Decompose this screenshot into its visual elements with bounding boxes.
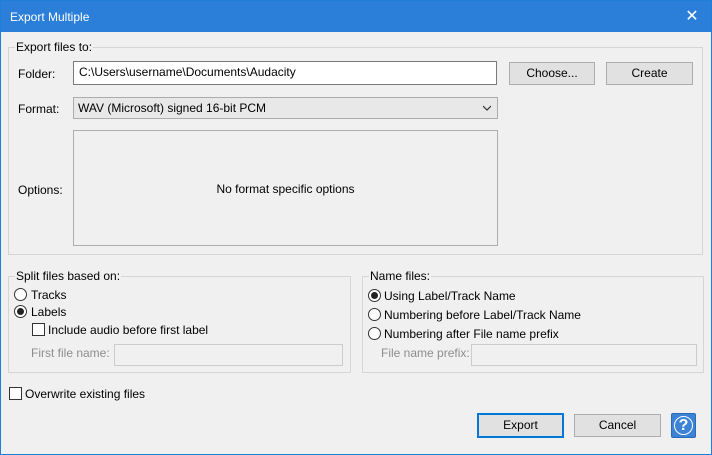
numbering-after-radio[interactable] [368, 327, 381, 340]
no-options-message: No format specific options [216, 182, 355, 196]
numbering-before-label[interactable]: Numbering before Label/Track Name [384, 308, 581, 322]
create-button[interactable]: Create [606, 62, 693, 85]
first-file-name-input[interactable] [114, 344, 343, 366]
name-files-legend: Name files: [369, 269, 432, 283]
first-file-name-label: First file name: [31, 346, 110, 360]
include-audio-label[interactable]: Include audio before first label [48, 323, 208, 337]
numbering-before-radio[interactable] [368, 308, 381, 321]
split-files-legend: Split files based on: [15, 269, 122, 283]
format-select-value: WAV (Microsoft) signed 16-bit PCM [78, 101, 267, 115]
format-options-panel: No format specific options [73, 130, 498, 246]
file-name-prefix-input[interactable] [471, 344, 697, 366]
labels-label[interactable]: Labels [31, 305, 66, 319]
using-label-track-name-radio[interactable] [368, 289, 381, 302]
format-select[interactable]: WAV (Microsoft) signed 16-bit PCM [73, 97, 498, 119]
labels-radio[interactable] [14, 305, 27, 318]
export-multiple-dialog: Export Multiple ✕ Export files to: Folde… [0, 0, 712, 455]
chevron-down-icon [483, 105, 491, 111]
overwrite-checkbox[interactable] [9, 387, 22, 400]
tracks-radio[interactable] [14, 288, 27, 301]
choose-button[interactable]: Choose... [509, 62, 595, 85]
tracks-label[interactable]: Tracks [31, 288, 67, 302]
help-glyph: ? [678, 417, 689, 434]
title-bar: Export Multiple ✕ [1, 1, 711, 32]
window-title: Export Multiple [10, 10, 90, 24]
help-icon[interactable]: ? [671, 413, 696, 438]
numbering-after-label[interactable]: Numbering after File name prefix [384, 327, 559, 341]
format-label: Format: [18, 102, 60, 116]
close-icon[interactable]: ✕ [679, 4, 705, 30]
folder-input[interactable]: C:\Users\username\Documents\Audacity [73, 61, 497, 85]
overwrite-label[interactable]: Overwrite existing files [25, 387, 145, 401]
export-files-legend: Export files to: [15, 40, 94, 54]
options-label: Options: [18, 183, 63, 197]
cancel-button[interactable]: Cancel [574, 414, 661, 437]
file-name-prefix-label: File name prefix: [381, 346, 470, 360]
folder-label: Folder: [18, 67, 56, 81]
using-label-track-name-label[interactable]: Using Label/Track Name [384, 289, 516, 303]
include-audio-checkbox[interactable] [32, 323, 45, 336]
export-button[interactable]: Export [477, 413, 564, 438]
